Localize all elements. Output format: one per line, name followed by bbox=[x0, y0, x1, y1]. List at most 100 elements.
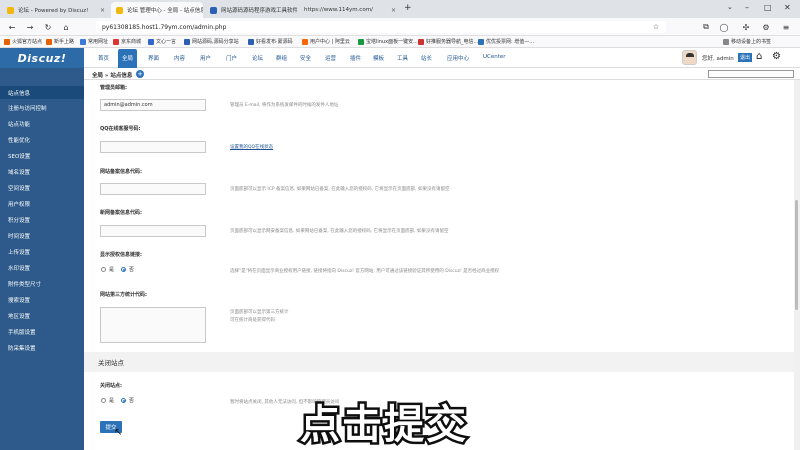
add-shortcut-icon[interactable]: + bbox=[136, 70, 144, 78]
breadcrumb: 全局 » 站点信息 bbox=[92, 73, 133, 79]
bookmark-item[interactable]: 好看发布·蒙源码 bbox=[248, 38, 293, 45]
sidebar-item-district[interactable]: 地区设置 bbox=[8, 312, 30, 320]
menu-template[interactable]: 模板 bbox=[373, 54, 384, 62]
menu-style[interactable]: 界面 bbox=[148, 54, 159, 62]
discuz-favicon-icon bbox=[116, 6, 123, 14]
sidebar-item-upload[interactable]: 上传设置 bbox=[8, 248, 30, 256]
qq-status-link[interactable]: 设置我的QQ在线状态 bbox=[230, 144, 273, 150]
menu-tools[interactable]: 工具 bbox=[397, 54, 408, 62]
sidebar-item-siteinfo[interactable]: 站点信息 bbox=[0, 86, 84, 99]
home-nav-icon[interactable]: ⌂ bbox=[60, 21, 72, 33]
menu-forum[interactable]: 论坛 bbox=[252, 54, 263, 62]
bookmark-item[interactable]: 常用网址 bbox=[80, 38, 108, 45]
minimize-icon[interactable]: – bbox=[745, 3, 749, 12]
sidebar: 站点信息 注册与访问控制 站点功能 性能优化 SEO设置 域名设置 空间设置 用… bbox=[0, 68, 84, 450]
sidebar-item-search[interactable]: 搜索设置 bbox=[8, 296, 30, 304]
license-yes-radio[interactable] bbox=[101, 267, 106, 272]
close-yes-radio[interactable] bbox=[101, 398, 106, 403]
police-input[interactable] bbox=[100, 225, 206, 237]
back-icon[interactable]: ← bbox=[6, 21, 18, 33]
bookmark-item[interactable]: 京东商城 bbox=[113, 38, 141, 45]
menu-portal[interactable]: 门户 bbox=[226, 54, 237, 62]
browser-tab-admin[interactable]: 论坛 管理中心 - 全局 - 站点信息 × bbox=[111, 2, 203, 18]
bookmark-item[interactable]: 用户中心 | 阿里云 bbox=[302, 38, 350, 45]
menu-operation[interactable]: 运营 bbox=[325, 54, 336, 62]
browser-tab-114ym[interactable]: https://www.114ym.com/ × bbox=[299, 2, 401, 18]
settings-menu-icon[interactable]: ⚙ bbox=[760, 21, 772, 33]
hamburger-menu-icon[interactable]: ≡ bbox=[780, 21, 792, 33]
discuz-logo[interactable]: Discuz! bbox=[0, 48, 84, 68]
tab-list-icon[interactable]: ⌄ bbox=[727, 3, 733, 11]
close-no-radio[interactable] bbox=[121, 398, 126, 403]
menu-founder[interactable]: 站长 bbox=[421, 54, 432, 62]
sidebar-item-performance[interactable]: 性能优化 bbox=[8, 136, 30, 144]
menu-home[interactable]: 首页 bbox=[98, 54, 109, 62]
home-icon[interactable]: ⌂ bbox=[756, 51, 762, 62]
close-label: 关闭站点: bbox=[100, 383, 122, 389]
stats-textarea[interactable] bbox=[100, 307, 206, 343]
sidebar-item-mobile[interactable]: 手机版设置 bbox=[8, 328, 36, 336]
sidebar-item-permission[interactable]: 用户权限 bbox=[8, 200, 30, 208]
sidebar-item-seo[interactable]: SEO设置 bbox=[8, 152, 30, 160]
sidebar-item-domain[interactable]: 域名设置 bbox=[8, 168, 30, 176]
bookmark-item[interactable]: 宝塔linux面板一键安... bbox=[358, 38, 418, 45]
logout-link[interactable]: 退出 bbox=[738, 53, 753, 62]
puzzle-icon[interactable]: ✣ bbox=[740, 21, 752, 33]
menu-ucenter[interactable]: UCenter bbox=[483, 54, 506, 60]
sidebar-item-antitheft[interactable]: 防采集设置 bbox=[8, 344, 36, 352]
menu-safe[interactable]: 安全 bbox=[300, 54, 311, 62]
browser-nav-bar: ← → ↻ ⌂ py61308185.host1.79ym.com/admin.… bbox=[0, 18, 800, 36]
close-yes-label: 是 bbox=[109, 398, 115, 404]
browser-tab-forum[interactable]: 论坛 - Powered by Discuz! × bbox=[2, 2, 110, 18]
account-icon[interactable]: ◯ bbox=[718, 21, 730, 33]
extensions-icon[interactable]: ⧉ bbox=[700, 21, 712, 33]
license-label: 显示授权信息链接: bbox=[100, 252, 143, 258]
bookmarks-bar: 火狐官方站点 新手上路 常用网址 京东商城 文心一言 网站源码,源码分享站 好看… bbox=[0, 36, 800, 48]
bookmark-item[interactable]: 火狐官方站点 bbox=[4, 38, 42, 45]
admin-email-input[interactable]: admin@admin.com bbox=[100, 99, 206, 111]
tab-title: 网站源码源码程序游戏工具软件 bbox=[221, 8, 297, 14]
caption-overlay: 点击提交 bbox=[298, 400, 469, 450]
mobile-bookmarks[interactable]: 移动设备上的书签 bbox=[723, 38, 771, 45]
admin-search-input[interactable] bbox=[708, 70, 794, 78]
menu-global[interactable]: 全局 bbox=[118, 49, 138, 68]
police-hint: 页面底部可以显示网安备案信息, 如果网站已备案, 在此输入您的授权码, 它将显示… bbox=[230, 229, 449, 234]
bookmark-item[interactable]: 好推服务器导航_电信... bbox=[418, 38, 478, 45]
forward-icon[interactable]: → bbox=[24, 21, 36, 33]
sidebar-item-space[interactable]: 空间设置 bbox=[8, 184, 30, 192]
maximize-icon[interactable]: □ bbox=[764, 3, 772, 12]
sidebar-item-time[interactable]: 时间设置 bbox=[8, 232, 30, 240]
sidebar-item-watermark[interactable]: 水印设置 bbox=[8, 264, 30, 272]
bookmark-star-icon[interactable]: ☆ bbox=[650, 21, 662, 33]
reload-icon[interactable]: ↻ bbox=[42, 21, 54, 33]
stats-label: 网站第三方统计代码: bbox=[100, 292, 148, 298]
browser-tab-source[interactable]: 网站源码源码程序游戏工具软件 × bbox=[205, 2, 297, 18]
gear-icon[interactable]: ⚙ bbox=[772, 51, 781, 62]
tab-title: 论坛 - Powered by Discuz! bbox=[18, 8, 89, 14]
bookmark-item[interactable]: 文心一言 bbox=[148, 38, 176, 45]
menu-content[interactable]: 内容 bbox=[174, 54, 185, 62]
sidebar-item-functions[interactable]: 站点功能 bbox=[8, 120, 30, 128]
menu-group[interactable]: 群组 bbox=[276, 54, 287, 62]
bookmark-item[interactable]: 优优投票网: 增值—... bbox=[478, 38, 534, 45]
tab-title: 论坛 管理中心 - 全局 - 站点信息 bbox=[127, 8, 203, 14]
license-no-label: 否 bbox=[129, 267, 135, 273]
close-tab-icon[interactable]: × bbox=[387, 7, 396, 14]
qq-input[interactable] bbox=[100, 141, 206, 153]
bookmark-item[interactable]: 网站源码,源码分享站 bbox=[184, 38, 239, 45]
page-scrollbar-thumb[interactable] bbox=[795, 200, 798, 310]
site-favicon-icon bbox=[210, 6, 217, 14]
close-window-icon[interactable]: ✕ bbox=[784, 3, 791, 12]
address-bar[interactable]: py61308185.host1.79ym.com/admin.php bbox=[96, 21, 666, 33]
icp-input[interactable] bbox=[100, 183, 206, 195]
bookmark-item[interactable]: 新手上路 bbox=[46, 38, 74, 45]
close-tab-icon[interactable]: × bbox=[96, 7, 105, 14]
new-tab-button[interactable]: + bbox=[404, 3, 412, 13]
sidebar-item-credits[interactable]: 积分设置 bbox=[8, 216, 30, 224]
menu-plugin[interactable]: 插件 bbox=[350, 54, 361, 62]
license-no-radio[interactable] bbox=[121, 267, 126, 272]
menu-user[interactable]: 用户 bbox=[200, 54, 211, 62]
menu-appcenter[interactable]: 应用中心 bbox=[447, 54, 469, 62]
sidebar-item-register[interactable]: 注册与访问控制 bbox=[8, 104, 47, 112]
sidebar-item-attachtype[interactable]: 附件类型尺寸 bbox=[8, 280, 41, 288]
